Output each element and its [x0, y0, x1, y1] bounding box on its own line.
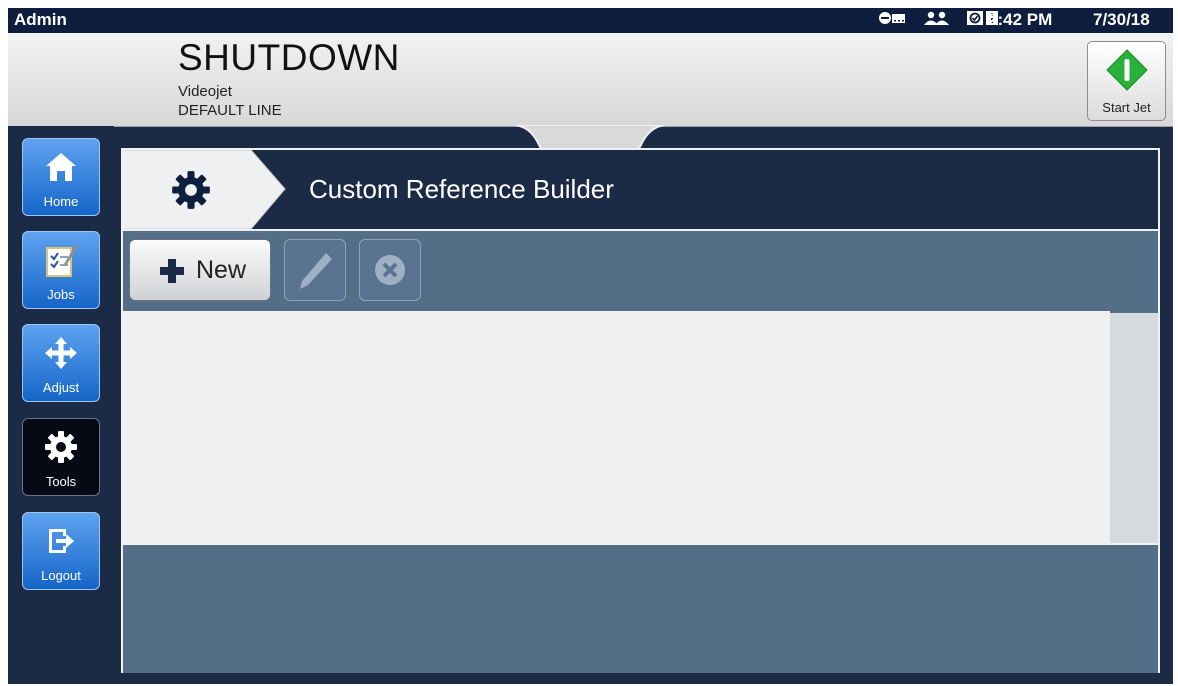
content-panel: Custom Reference Builder New: [121, 148, 1160, 673]
app-window: Admin 2:42 PM 7/30/18 SHUTDOWN Videojet …: [8, 8, 1173, 684]
detail-area: [123, 543, 1158, 673]
sidebar-item-label: Adjust: [42, 380, 80, 395]
page-title: Custom Reference Builder: [309, 174, 614, 204]
sidebar-item-adjust[interactable]: Adjust: [22, 324, 100, 402]
users-icon: [922, 10, 952, 31]
gear-icon: [171, 170, 211, 215]
start-jet-label: Start Jet: [1102, 100, 1151, 115]
plus-icon: [158, 257, 186, 290]
sidebar-item-tools[interactable]: Tools: [22, 418, 100, 496]
page-title-bar: Custom Reference Builder: [123, 149, 1158, 230]
sidebar-item-label: Home: [43, 194, 79, 209]
printer-state: SHUTDOWN: [178, 37, 400, 78]
clock-date: 7/30/18: [1093, 10, 1150, 29]
sidebar-item-label: Logout: [41, 568, 81, 583]
start-jet-button[interactable]: Start Jet: [1087, 41, 1166, 121]
home-icon: [23, 149, 99, 185]
sidebar-item-jobs[interactable]: Jobs: [22, 231, 100, 309]
list-scrollbar[interactable]: [1110, 313, 1158, 543]
logout-icon: [23, 523, 99, 559]
printer-name: Videojet: [178, 83, 232, 100]
delete-button[interactable]: [359, 239, 421, 301]
printer-status-header: SHUTDOWN Videojet DEFAULT LINE Start Jet: [8, 33, 1173, 127]
sidebar-item-home[interactable]: Home: [22, 138, 100, 216]
edit-button[interactable]: [284, 239, 346, 301]
clock-time: 2:42 PM: [988, 10, 1053, 29]
sidebar-nav: Home Jobs Adjust Tools Logout: [8, 126, 114, 684]
new-button[interactable]: New: [129, 239, 271, 301]
adjust-icon: [23, 335, 99, 371]
user-name: Admin: [14, 10, 67, 29]
sidebar-item-label: Tools: [45, 474, 77, 489]
pencil-icon: [298, 251, 334, 296]
new-button-label: New: [196, 256, 247, 284]
sidebar-item-logout[interactable]: Logout: [22, 512, 100, 590]
sidebar-item-label: Jobs: [47, 287, 75, 302]
reference-list[interactable]: [123, 311, 1110, 545]
status-bar: Admin 2:42 PM 7/30/18: [8, 8, 1173, 33]
start-jet-icon: [1105, 48, 1149, 97]
breadcrumb[interactable]: [123, 149, 288, 234]
line-name: DEFAULT LINE: [178, 102, 282, 119]
connection-icon: [878, 10, 908, 31]
delete-icon: [373, 253, 407, 292]
jobs-icon: [23, 242, 99, 278]
gear-icon: [23, 429, 99, 465]
status-icons: [878, 10, 1000, 31]
toolbar: New: [123, 229, 1158, 313]
